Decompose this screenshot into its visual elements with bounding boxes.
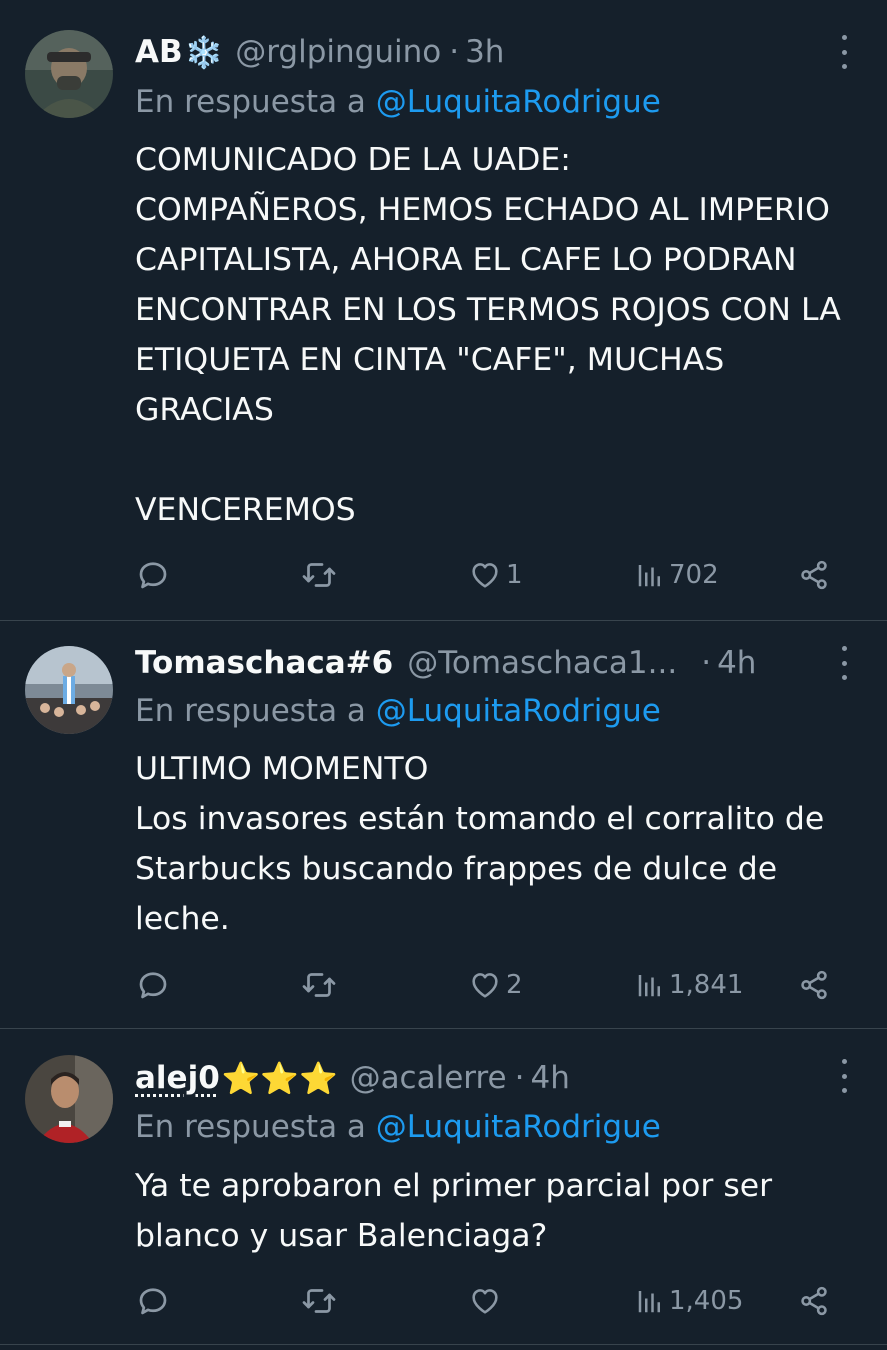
reply-to-link[interactable]: @LuquitaRodrigue xyxy=(376,1109,661,1145)
heart-icon xyxy=(472,563,498,588)
reply-icon xyxy=(139,972,167,999)
tweet-header: alej0 ⭐⭐⭐ @acalerre · 4h xyxy=(135,1056,797,1100)
share-icon xyxy=(801,560,827,590)
retweet-button[interactable] xyxy=(300,963,338,1007)
views-icon xyxy=(638,1291,660,1313)
separator-dot: · xyxy=(701,645,712,681)
reply-button[interactable] xyxy=(135,1279,171,1323)
action-bar: 2 1,841 xyxy=(135,963,837,1007)
reply-to-link[interactable]: @LuquitaRodrigue xyxy=(376,84,661,120)
avatar[interactable] xyxy=(25,30,113,118)
tweet[interactable]: alej0 ⭐⭐⭐ @acalerre · 4h En respuesta a … xyxy=(0,1029,887,1345)
share-icon xyxy=(801,1286,827,1316)
reply-context: En respuesta a @LuquitaRodrigue xyxy=(135,1109,867,1145)
reply-icon xyxy=(139,1288,167,1315)
display-name[interactable]: Tomaschaca#6 xyxy=(135,645,393,681)
more-icon[interactable] xyxy=(837,35,851,69)
reply-to-link[interactable]: @LuquitaRodrigue xyxy=(376,693,661,729)
tweet-text: COMUNICADO DE LA UADE: COMPAÑEROS, HEMOS… xyxy=(135,142,841,528)
retweet-icon xyxy=(302,973,336,997)
reply-prefix: En respuesta a xyxy=(135,1109,366,1145)
like-button[interactable]: 2 xyxy=(468,963,523,1007)
reply-context: En respuesta a @LuquitaRodrigue xyxy=(135,693,867,729)
user-handle[interactable]: @rglpinguino xyxy=(235,34,441,70)
view-count: 1,405 xyxy=(669,1286,744,1316)
tweet-header: AB ❄️ @rglpinguino · 3h xyxy=(135,30,797,74)
views-button[interactable]: 1,405 xyxy=(635,1279,743,1323)
tweet-header: Tomaschaca#6 @Tomaschaca1... · 4h xyxy=(135,641,797,685)
like-count: 2 xyxy=(506,970,523,1000)
views-icon xyxy=(638,975,660,997)
retweet-icon xyxy=(302,563,336,587)
view-count: 702 xyxy=(669,560,719,590)
share-button[interactable] xyxy=(797,553,831,597)
share-button[interactable] xyxy=(797,963,831,1007)
reply-button[interactable] xyxy=(135,553,171,597)
reply-button[interactable] xyxy=(135,963,171,1007)
like-button[interactable]: 1 xyxy=(468,553,523,597)
retweet-button[interactable] xyxy=(300,1279,338,1323)
separator-dot: · xyxy=(449,34,460,70)
retweet-button[interactable] xyxy=(300,553,338,597)
tweet-text: ULTIMO MOMENTO Los invasores están toman… xyxy=(135,751,825,937)
action-bar: 1,405 xyxy=(135,1279,837,1323)
user-handle[interactable]: @acalerre xyxy=(350,1060,507,1096)
display-name[interactable]: AB xyxy=(135,34,183,70)
more-icon[interactable] xyxy=(837,1059,851,1093)
star-badge-icon: ⭐⭐⭐ xyxy=(221,1060,338,1097)
avatar[interactable] xyxy=(25,646,113,734)
tweet-text: Ya te aprobaron el primer parcial por se… xyxy=(135,1168,783,1254)
views-button[interactable]: 702 xyxy=(635,553,719,597)
reply-context: En respuesta a @LuquitaRodrigue xyxy=(135,84,867,120)
tweet[interactable]: AB ❄️ @rglpinguino · 3h En respuesta a @… xyxy=(0,0,887,621)
tweet[interactable]: Tomaschaca#6 @Tomaschaca1... · 4h En res… xyxy=(0,621,887,1029)
display-name[interactable]: alej0 xyxy=(135,1060,220,1096)
like-button[interactable] xyxy=(468,1279,506,1323)
timestamp[interactable]: 4h xyxy=(530,1060,569,1096)
snowflake-badge-icon: ❄️ xyxy=(184,34,224,71)
avatar[interactable] xyxy=(25,1055,113,1143)
action-bar: 1 702 xyxy=(135,553,837,597)
timestamp[interactable]: 4h xyxy=(717,645,756,681)
reply-icon xyxy=(139,562,167,589)
heart-icon xyxy=(472,1289,498,1314)
views-button[interactable]: 1,841 xyxy=(635,963,743,1007)
heart-icon xyxy=(472,973,498,998)
share-icon xyxy=(801,970,827,1000)
more-icon[interactable] xyxy=(837,646,851,680)
views-icon xyxy=(638,565,660,587)
share-button[interactable] xyxy=(797,1279,831,1323)
reply-prefix: En respuesta a xyxy=(135,84,366,120)
timestamp[interactable]: 3h xyxy=(465,34,504,70)
reply-prefix: En respuesta a xyxy=(135,693,366,729)
separator-dot: · xyxy=(514,1060,525,1096)
retweet-icon xyxy=(302,1289,336,1313)
view-count: 1,841 xyxy=(669,970,744,1000)
user-handle[interactable]: @Tomaschaca1... xyxy=(407,645,677,681)
like-count: 1 xyxy=(506,560,523,590)
